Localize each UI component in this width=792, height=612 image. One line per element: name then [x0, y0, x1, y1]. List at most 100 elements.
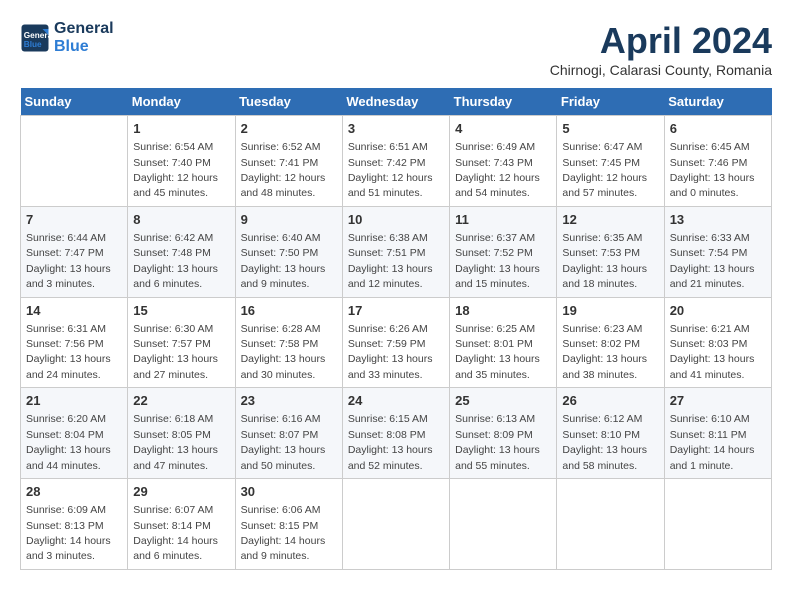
day-info: Sunrise: 6:42 AM Sunset: 7:48 PM Dayligh…	[133, 232, 218, 290]
calendar-cell: 9 Sunrise: 6:40 AM Sunset: 7:50 PM Daylig…	[235, 206, 342, 297]
day-number: 17	[348, 302, 444, 320]
day-info: Sunrise: 6:20 AM Sunset: 8:04 PM Dayligh…	[26, 413, 111, 471]
logo: General Blue General Blue	[20, 20, 114, 55]
weekday-header-row: SundayMondayTuesdayWednesdayThursdayFrid…	[21, 88, 772, 116]
day-info: Sunrise: 6:35 AM Sunset: 7:53 PM Dayligh…	[562, 232, 647, 290]
calendar-cell: 19 Sunrise: 6:23 AM Sunset: 8:02 PM Dayli…	[557, 297, 664, 388]
weekday-header-wednesday: Wednesday	[342, 88, 449, 116]
page-header: General Blue General Blue April 2024 Chi…	[20, 20, 772, 78]
day-info: Sunrise: 6:28 AM Sunset: 7:58 PM Dayligh…	[241, 323, 326, 381]
calendar-cell: 3 Sunrise: 6:51 AM Sunset: 7:42 PM Daylig…	[342, 116, 449, 207]
calendar-cell: 18 Sunrise: 6:25 AM Sunset: 8:01 PM Dayli…	[450, 297, 557, 388]
day-number: 1	[133, 120, 229, 138]
day-number: 8	[133, 211, 229, 229]
day-number: 27	[670, 392, 766, 410]
day-info: Sunrise: 6:49 AM Sunset: 7:43 PM Dayligh…	[455, 141, 540, 199]
day-number: 24	[348, 392, 444, 410]
weekday-header-thursday: Thursday	[450, 88, 557, 116]
calendar-cell: 28 Sunrise: 6:09 AM Sunset: 8:13 PM Dayli…	[21, 479, 128, 570]
month-title: April 2024	[550, 20, 772, 62]
calendar-cell: 22 Sunrise: 6:18 AM Sunset: 8:05 PM Dayli…	[128, 388, 235, 479]
day-number: 13	[670, 211, 766, 229]
calendar-cell: 1Sunrise: 6:54 AM Sunset: 7:40 PM Daylig…	[128, 116, 235, 207]
calendar-cell: 10 Sunrise: 6:38 AM Sunset: 7:51 PM Dayli…	[342, 206, 449, 297]
calendar-cell: 29Sunrise: 6:07 AM Sunset: 8:14 PM Dayli…	[128, 479, 235, 570]
day-number: 2	[241, 120, 337, 138]
day-number: 21	[26, 392, 122, 410]
day-info: Sunrise: 6:12 AM Sunset: 8:10 PM Dayligh…	[562, 413, 647, 471]
calendar-week-4: 21 Sunrise: 6:20 AM Sunset: 8:04 PM Dayli…	[21, 388, 772, 479]
day-info: Sunrise: 6:16 AM Sunset: 8:07 PM Dayligh…	[241, 413, 326, 471]
calendar-cell: 7 Sunrise: 6:44 AM Sunset: 7:47 PM Daylig…	[21, 206, 128, 297]
day-info: Sunrise: 6:47 AM Sunset: 7:45 PM Dayligh…	[562, 141, 647, 199]
day-info: Sunrise: 6:18 AM Sunset: 8:05 PM Dayligh…	[133, 413, 218, 471]
calendar-cell: 23Sunrise: 6:16 AM Sunset: 8:07 PM Dayli…	[235, 388, 342, 479]
weekday-header-friday: Friday	[557, 88, 664, 116]
day-number: 25	[455, 392, 551, 410]
calendar-cell: 16 Sunrise: 6:28 AM Sunset: 7:58 PM Dayli…	[235, 297, 342, 388]
day-number: 16	[241, 302, 337, 320]
day-info: Sunrise: 6:52 AM Sunset: 7:41 PM Dayligh…	[241, 141, 326, 199]
day-number: 7	[26, 211, 122, 229]
logo-text-blue: Blue	[54, 38, 114, 56]
calendar-week-5: 28 Sunrise: 6:09 AM Sunset: 8:13 PM Dayli…	[21, 479, 772, 570]
calendar-cell: 17 Sunrise: 6:26 AM Sunset: 7:59 PM Dayli…	[342, 297, 449, 388]
day-info: Sunrise: 6:25 AM Sunset: 8:01 PM Dayligh…	[455, 323, 540, 381]
day-number: 28	[26, 483, 122, 501]
calendar-cell: 2 Sunrise: 6:52 AM Sunset: 7:41 PM Daylig…	[235, 116, 342, 207]
calendar-cell	[21, 116, 128, 207]
day-number: 20	[670, 302, 766, 320]
day-info: Sunrise: 6:10 AM Sunset: 8:11 PM Dayligh…	[670, 413, 755, 471]
day-info: Sunrise: 6:09 AM Sunset: 8:13 PM Dayligh…	[26, 504, 111, 562]
day-info: Sunrise: 6:33 AM Sunset: 7:54 PM Dayligh…	[670, 232, 755, 290]
calendar-cell: 12 Sunrise: 6:35 AM Sunset: 7:53 PM Dayli…	[557, 206, 664, 297]
calendar-cell	[557, 479, 664, 570]
day-info: Sunrise: 6:21 AM Sunset: 8:03 PM Dayligh…	[670, 323, 755, 381]
day-number: 12	[562, 211, 658, 229]
day-info: Sunrise: 6:51 AM Sunset: 7:42 PM Dayligh…	[348, 141, 433, 199]
day-number: 26	[562, 392, 658, 410]
calendar-cell: 21 Sunrise: 6:20 AM Sunset: 8:04 PM Dayli…	[21, 388, 128, 479]
day-info: Sunrise: 6:40 AM Sunset: 7:50 PM Dayligh…	[241, 232, 326, 290]
weekday-header-saturday: Saturday	[664, 88, 771, 116]
calendar-cell: 30Sunrise: 6:06 AM Sunset: 8:15 PM Dayli…	[235, 479, 342, 570]
calendar-cell: 25 Sunrise: 6:13 AM Sunset: 8:09 PM Dayli…	[450, 388, 557, 479]
calendar-week-1: 1Sunrise: 6:54 AM Sunset: 7:40 PM Daylig…	[21, 116, 772, 207]
day-number: 19	[562, 302, 658, 320]
calendar-cell: 4Sunrise: 6:49 AM Sunset: 7:43 PM Daylig…	[450, 116, 557, 207]
day-number: 5	[562, 120, 658, 138]
day-info: Sunrise: 6:37 AM Sunset: 7:52 PM Dayligh…	[455, 232, 540, 290]
day-number: 9	[241, 211, 337, 229]
day-number: 18	[455, 302, 551, 320]
calendar-cell: 5 Sunrise: 6:47 AM Sunset: 7:45 PM Daylig…	[557, 116, 664, 207]
logo-text-general: General	[54, 20, 114, 38]
calendar-cell: 14Sunrise: 6:31 AM Sunset: 7:56 PM Dayli…	[21, 297, 128, 388]
day-number: 10	[348, 211, 444, 229]
day-number: 22	[133, 392, 229, 410]
day-number: 14	[26, 302, 122, 320]
calendar-cell: 8 Sunrise: 6:42 AM Sunset: 7:48 PM Daylig…	[128, 206, 235, 297]
calendar-cell	[664, 479, 771, 570]
day-info: Sunrise: 6:38 AM Sunset: 7:51 PM Dayligh…	[348, 232, 433, 290]
day-info: Sunrise: 6:13 AM Sunset: 8:09 PM Dayligh…	[455, 413, 540, 471]
calendar-cell: 11 Sunrise: 6:37 AM Sunset: 7:52 PM Dayli…	[450, 206, 557, 297]
day-info: Sunrise: 6:26 AM Sunset: 7:59 PM Dayligh…	[348, 323, 433, 381]
day-number: 11	[455, 211, 551, 229]
calendar-cell	[342, 479, 449, 570]
calendar-cell: 15Sunrise: 6:30 AM Sunset: 7:57 PM Dayli…	[128, 297, 235, 388]
day-number: 30	[241, 483, 337, 501]
day-number: 3	[348, 120, 444, 138]
calendar-cell: 13 Sunrise: 6:33 AM Sunset: 7:54 PM Dayli…	[664, 206, 771, 297]
day-info: Sunrise: 6:44 AM Sunset: 7:47 PM Dayligh…	[26, 232, 111, 290]
calendar-cell: 24Sunrise: 6:15 AM Sunset: 8:08 PM Dayli…	[342, 388, 449, 479]
calendar-cell	[450, 479, 557, 570]
weekday-header-tuesday: Tuesday	[235, 88, 342, 116]
day-number: 6	[670, 120, 766, 138]
calendar-week-2: 7 Sunrise: 6:44 AM Sunset: 7:47 PM Daylig…	[21, 206, 772, 297]
logo-icon: General Blue	[20, 23, 50, 53]
day-info: Sunrise: 6:45 AM Sunset: 7:46 PM Dayligh…	[670, 141, 755, 199]
title-area: April 2024 Chirnogi, Calarasi County, Ro…	[550, 20, 772, 78]
calendar-table: SundayMondayTuesdayWednesdayThursdayFrid…	[20, 88, 772, 570]
calendar-cell: 27 Sunrise: 6:10 AM Sunset: 8:11 PM Dayli…	[664, 388, 771, 479]
day-info: Sunrise: 6:23 AM Sunset: 8:02 PM Dayligh…	[562, 323, 647, 381]
